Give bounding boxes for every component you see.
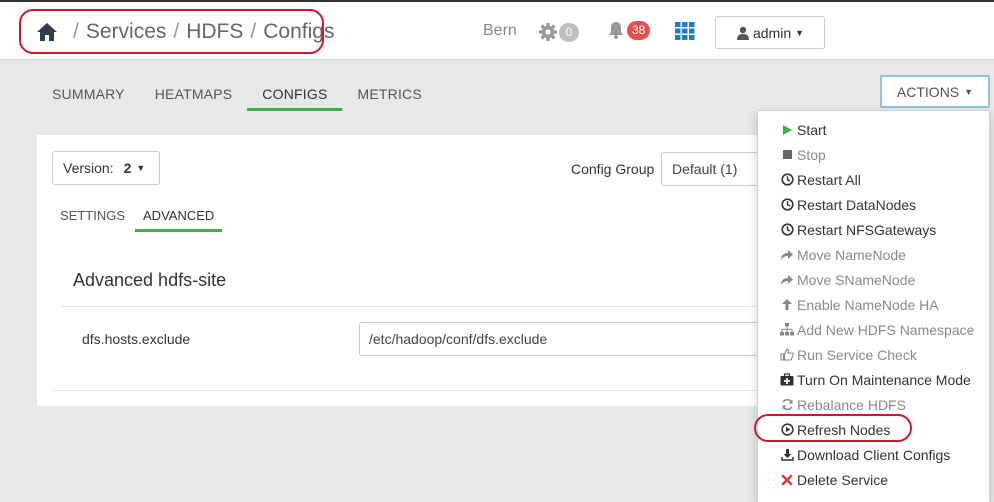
config-group-select[interactable]: Default (1) — [661, 152, 771, 186]
menu-item-label: Restart DataNodes — [797, 196, 917, 213]
breadcrumb: / Services / HDFS / Configs — [36, 16, 334, 48]
stop-icon — [780, 148, 794, 162]
config-group-label: Config Group — [571, 161, 655, 177]
top-bar: / Services / HDFS / Configs Bern 0 38 ad… — [0, 0, 994, 60]
play-circle-icon — [780, 423, 794, 437]
breadcrumb-separator: / — [250, 20, 257, 43]
menu-item-download-client-configs[interactable]: Download Client Configs — [758, 442, 989, 467]
clock-icon — [780, 198, 794, 212]
menu-item-label: Turn On Maintenance Mode — [797, 371, 971, 388]
ops-count-badge: 0 — [559, 22, 579, 42]
user-name: admin — [752, 24, 792, 41]
breadcrumb-hdfs[interactable]: HDFS — [186, 20, 243, 44]
clock-icon — [780, 223, 794, 237]
breadcrumb-separator: / — [173, 20, 180, 43]
menu-item-delete-service[interactable]: Delete Service — [758, 467, 989, 492]
config-panel: Version: 2 ▼ Config Group Default (1) SE… — [37, 135, 797, 406]
menu-item-add-hdfs-namespace[interactable]: Add New HDFS Namespace — [758, 317, 989, 342]
tab-summary[interactable]: SUMMARY — [37, 84, 140, 111]
cluster-name[interactable]: Bern — [483, 22, 517, 40]
tab-metrics[interactable]: METRICS — [342, 84, 436, 111]
service-tabs: SUMMARY HEATMAPS CONFIGS METRICS — [37, 84, 437, 111]
breadcrumb-configs: Configs — [263, 20, 335, 43]
tab-settings[interactable]: SETTINGS — [52, 206, 133, 232]
gear-icon — [538, 22, 558, 42]
menu-item-stop[interactable]: Stop — [758, 142, 989, 167]
chevron-down-icon: ▼ — [795, 27, 805, 38]
menu-item-move-snamenode[interactable]: Move SNameNode — [758, 267, 989, 292]
clock-icon — [780, 173, 794, 187]
config-subtabs: SETTINGS ADVANCED — [52, 206, 224, 232]
divider — [61, 306, 797, 307]
chevron-down-icon: ▼ — [136, 163, 146, 173]
breadcrumb-separator: / — [73, 20, 79, 43]
property-value-input[interactable]: /etc/hadoop/conf/dfs.exclude — [359, 322, 779, 356]
config-group-value: Default (1) — [672, 161, 738, 177]
property-value: /etc/hadoop/conf/dfs.exclude — [369, 331, 548, 347]
share-arrow-icon — [780, 248, 794, 262]
version-label: Version: — [63, 160, 114, 176]
menu-item-rebalance-hdfs[interactable]: Rebalance HDFS — [758, 392, 989, 417]
alerts-button[interactable]: 38 — [606, 20, 651, 40]
medkit-icon — [780, 373, 794, 387]
menu-item-label: Rebalance HDFS — [797, 396, 906, 413]
version-dropdown[interactable]: Version: 2 ▼ — [52, 151, 160, 185]
actions-button[interactable]: ACTIONS ▼ — [880, 75, 990, 108]
home-icon[interactable] — [36, 21, 58, 43]
menu-item-label: Move NameNode — [797, 246, 906, 263]
menu-item-label: Restart All — [797, 171, 861, 188]
x-icon — [780, 473, 794, 487]
menu-item-run-service-check[interactable]: Run Service Check — [758, 342, 989, 367]
sitemap-icon — [780, 323, 794, 337]
play-icon — [780, 123, 794, 137]
actions-menu: Start Stop Restart All Restart DataNodes… — [757, 110, 990, 502]
menu-item-label: Refresh Nodes — [797, 421, 891, 438]
menu-item-label: Restart NFSGateways — [797, 221, 937, 238]
menu-item-label: Run Service Check — [797, 346, 917, 363]
background-ops-button[interactable]: 0 — [538, 22, 579, 42]
menu-item-refresh-nodes[interactable]: Refresh Nodes — [758, 417, 989, 442]
menu-item-label: Start — [797, 121, 827, 138]
menu-item-label: Add New HDFS Namespace — [797, 321, 975, 338]
refresh-icon — [780, 398, 794, 412]
menu-item-restart-nfsgateways[interactable]: Restart NFSGateways — [758, 217, 989, 242]
menu-item-enable-namenode-ha[interactable]: Enable NameNode HA — [758, 292, 989, 317]
menu-item-label: Enable NameNode HA — [797, 296, 939, 313]
menu-item-label: Move SNameNode — [797, 271, 916, 288]
user-menu-button[interactable]: admin ▼ — [715, 16, 825, 49]
tab-configs[interactable]: CONFIGS — [247, 84, 343, 111]
menu-item-label: Stop — [797, 146, 826, 163]
tab-heatmaps[interactable]: HEATMAPS — [140, 84, 248, 111]
property-name: dfs.hosts.exclude — [82, 331, 191, 347]
menu-item-turn-on-maintenance-mode[interactable]: Turn On Maintenance Mode — [758, 367, 989, 392]
menu-item-restart-datanodes[interactable]: Restart DataNodes — [758, 192, 989, 217]
thumbs-up-icon — [780, 348, 794, 362]
menu-item-label: Download Client Configs — [797, 446, 951, 463]
version-number: 2 — [123, 160, 132, 176]
menu-item-restart-all[interactable]: Restart All — [758, 167, 989, 192]
section-title[interactable]: Advanced hdfs-site — [73, 270, 226, 291]
user-icon — [736, 26, 750, 40]
menu-item-label: Delete Service — [797, 471, 889, 488]
grid-icon[interactable] — [675, 22, 695, 40]
menu-item-move-namenode[interactable]: Move NameNode — [758, 242, 989, 267]
menu-item-start[interactable]: Start — [758, 117, 989, 142]
share-arrow-icon — [780, 273, 794, 287]
bell-icon — [606, 20, 626, 40]
chevron-down-icon: ▼ — [964, 86, 974, 97]
arrow-up-icon — [780, 298, 794, 312]
tab-advanced[interactable]: ADVANCED — [135, 206, 223, 232]
breadcrumb-services[interactable]: Services — [86, 20, 167, 44]
divider — [53, 390, 797, 391]
actions-label: ACTIONS — [896, 83, 960, 100]
download-icon — [780, 448, 794, 462]
alerts-count-badge: 38 — [627, 20, 651, 40]
